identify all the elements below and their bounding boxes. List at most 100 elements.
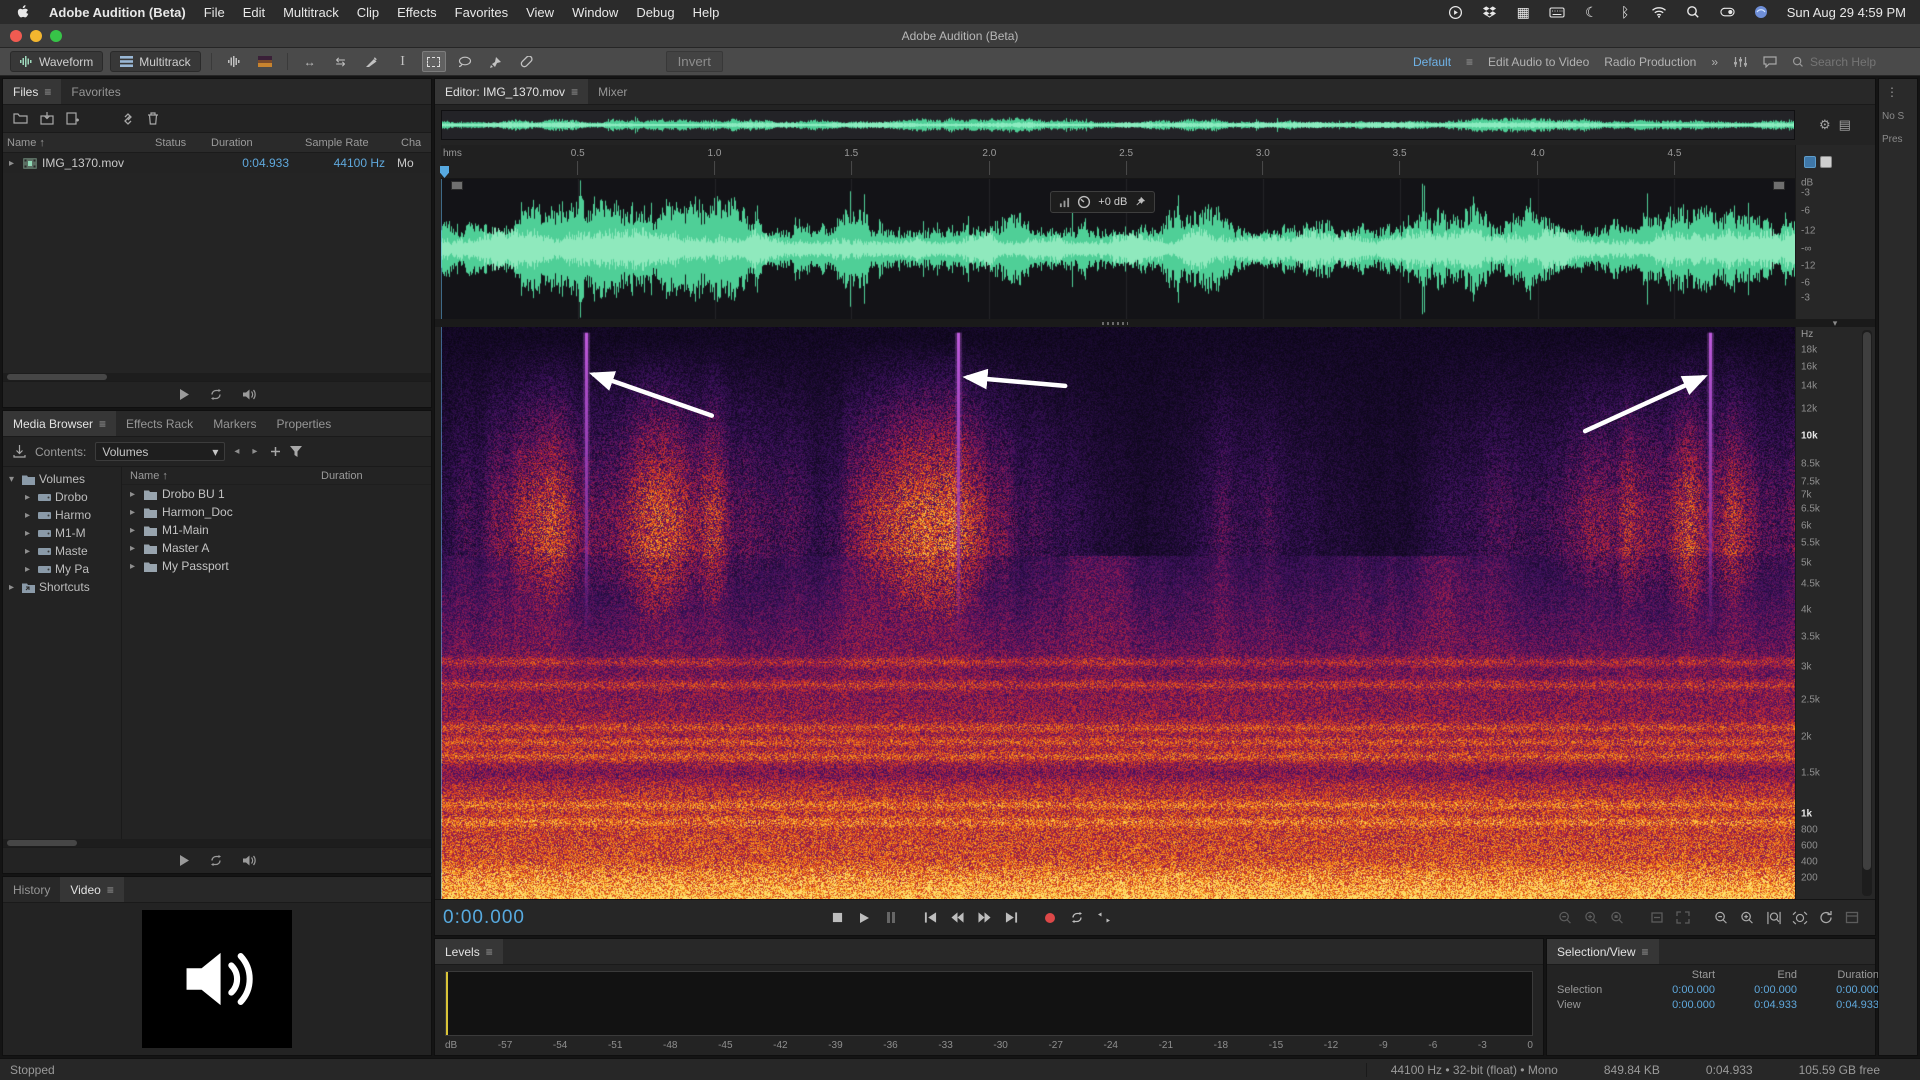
splitter-grip[interactable] (1102, 322, 1128, 325)
menubar-menu-item[interactable]: View (526, 5, 554, 20)
zoom-selection-button[interactable] (1606, 908, 1629, 928)
menubar-menu-item[interactable]: Effects (397, 5, 437, 20)
spectrogram-display[interactable] (441, 327, 1795, 899)
media-list-item[interactable]: ▸ Master A (122, 539, 431, 557)
skip-to-end-button[interactable] (999, 907, 1024, 928)
paintbrush-selection-tool-icon[interactable] (484, 51, 508, 72)
menubar-menu-item[interactable]: Help (693, 5, 720, 20)
slip-tool-icon[interactable]: ⇆ (329, 51, 353, 72)
zoom-window-button[interactable] (50, 30, 62, 42)
video-frame[interactable] (142, 910, 292, 1048)
wifi-icon[interactable] (1651, 4, 1668, 21)
invert-button[interactable]: Invert (666, 51, 723, 72)
vertical-scrollbar-thumb[interactable] (1863, 332, 1871, 870)
media-horizontal-scrollbar[interactable] (3, 839, 431, 847)
move-tool-icon[interactable]: ↔ (298, 51, 322, 72)
disclosure-icon[interactable]: ▸ (130, 489, 139, 500)
tab-levels[interactable]: Levels≡ (435, 939, 503, 964)
spotlight-search-icon[interactable] (1685, 4, 1702, 21)
panel-menu-icon[interactable]: ≡ (571, 85, 578, 99)
razor-tool-icon[interactable] (360, 51, 384, 72)
tree-item-volumes[interactable]: ▾ Volumes (3, 470, 121, 488)
menubar-menu-item[interactable]: Multitrack (283, 5, 339, 20)
zoom-full-button[interactable] (1671, 908, 1694, 928)
close-window-button[interactable] (10, 30, 22, 42)
gain-hud[interactable]: +0 dB (1050, 191, 1155, 213)
sv-selection-start[interactable]: 0:00.000 (1633, 984, 1715, 996)
trash-icon[interactable] (147, 112, 159, 125)
collapsed-panel-label[interactable]: No S (1882, 111, 1904, 122)
workspace-item[interactable]: Edit Audio to Video (1488, 55, 1589, 69)
sv-selection-end[interactable]: 0:00.000 (1715, 984, 1797, 996)
sv-view-end[interactable]: 0:04.933 (1715, 999, 1797, 1011)
tab-video[interactable]: Video≡ (60, 877, 124, 902)
disclosure-icon[interactable]: ▸ (25, 528, 34, 539)
import-file-icon[interactable] (40, 112, 54, 125)
time-selection-tool-icon[interactable]: I (391, 51, 415, 72)
multitrack-view-button[interactable]: Multitrack (110, 51, 200, 72)
zoom-preset-button[interactable] (1840, 908, 1863, 928)
disclosure-icon[interactable]: ▾ (9, 474, 18, 485)
channel-button[interactable] (1820, 156, 1832, 168)
search-help-field[interactable] (1792, 55, 1910, 69)
tab-files[interactable]: Files≡ (3, 79, 61, 104)
workspace-overflow-chevron[interactable]: » (1711, 55, 1718, 69)
sv-selection-duration[interactable]: 0:00.000 (1797, 984, 1879, 996)
display-splitter[interactable]: ▾ (435, 319, 1875, 327)
files-list-empty-area[interactable] (3, 173, 431, 373)
panel-menu-icon[interactable]: ≡ (99, 417, 106, 431)
menubar-menu-item[interactable]: File (204, 5, 225, 20)
playhead-marker[interactable] (440, 166, 449, 178)
panel-tab[interactable]: Markers (203, 411, 266, 436)
menubar-menu-item[interactable]: Debug (636, 5, 674, 20)
tree-item-volume[interactable]: ▸ Harmo (3, 506, 121, 524)
zoom-in-selection-button[interactable] (1554, 908, 1577, 928)
file-row[interactable]: ▸ IMG_1370.mov 0:04.933 44100 Hz Mo (3, 153, 431, 173)
tab-selection-view[interactable]: Selection/View≡ (1547, 939, 1659, 964)
media-list-item[interactable]: ▸ Harmon_Doc (122, 503, 431, 521)
zoom-out-selection-button[interactable] (1580, 908, 1603, 928)
disclosure-icon[interactable]: ▸ (25, 492, 34, 503)
dropbox-icon[interactable] (1481, 4, 1498, 21)
waveform-view-button[interactable]: Waveform (10, 51, 103, 72)
panel-tab[interactable]: Properties (267, 411, 342, 436)
loop-playback-button[interactable] (1065, 907, 1090, 928)
new-item-icon[interactable] (66, 112, 79, 125)
tree-item-volume[interactable]: ▸ My Pa (3, 560, 121, 578)
forward-icon[interactable]: ▸ (252, 446, 261, 457)
show-spectral-display-toggle[interactable] (253, 51, 277, 72)
zoom-in-button[interactable] (1736, 908, 1759, 928)
play-circle-icon[interactable] (1447, 4, 1464, 21)
link-media-icon[interactable] (121, 113, 135, 125)
column-name[interactable]: Name ↑ (3, 137, 151, 149)
disclosure-icon[interactable]: ▸ (130, 525, 139, 536)
skip-to-start-button[interactable] (918, 907, 943, 928)
media-list-item[interactable]: ▸ M1-Main (122, 521, 431, 539)
tree-item-volume[interactable]: ▸ Drobo (3, 488, 121, 506)
overview-waveform[interactable] (441, 110, 1795, 140)
window-grid-icon[interactable]: ▦ (1515, 4, 1532, 21)
apple-menu-icon[interactable] (14, 4, 31, 21)
zoom-in-time-button[interactable] (1762, 908, 1785, 928)
waveform-display[interactable]: +0 dB (441, 179, 1795, 319)
preview-loop-button[interactable] (209, 855, 223, 866)
preview-play-button[interactable] (179, 389, 189, 400)
workspace-default[interactable]: Default (1413, 55, 1451, 69)
disclosure-icon[interactable]: ▸ (130, 561, 139, 572)
tab-media-browser[interactable]: Media Browser≡ (3, 411, 116, 436)
tab-mixer[interactable]: Mixer (588, 79, 637, 104)
disclosure-icon[interactable]: ▸ (25, 546, 34, 557)
zoom-out-button[interactable] (1710, 908, 1733, 928)
disclosure-icon[interactable]: ▸ (130, 543, 139, 554)
gain-knob-icon[interactable] (1077, 195, 1091, 209)
zoom-out-time-button[interactable] (1788, 908, 1811, 928)
contents-dropdown[interactable]: Volumes▾ (95, 442, 225, 461)
lasso-selection-tool-icon[interactable] (453, 51, 477, 72)
skip-selection-button[interactable] (1092, 907, 1117, 928)
media-list-item[interactable]: ▸ My Passport (122, 557, 431, 575)
menubar-menu-item[interactable]: Favorites (455, 5, 508, 20)
panel-layout-icon[interactable]: ▤ (1839, 117, 1851, 133)
pause-button[interactable] (879, 907, 904, 928)
rewind-button[interactable] (945, 907, 970, 928)
panel-tab[interactable]: Effects Rack (116, 411, 203, 436)
